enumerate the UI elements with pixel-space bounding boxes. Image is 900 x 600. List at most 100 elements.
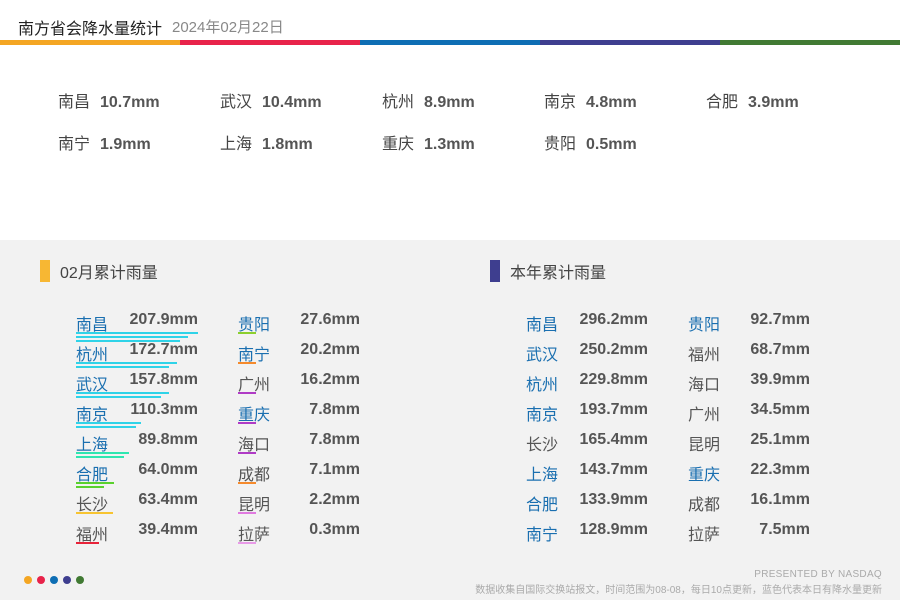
- today-city: 南京: [544, 94, 577, 111]
- yearly-row: 拉萨 7.5mm: [688, 521, 810, 551]
- today-city: 南宁: [58, 136, 91, 153]
- monthly-marker: [40, 260, 50, 282]
- monthly-value: 207.9mm: [129, 311, 199, 328]
- yearly-marker: [490, 260, 500, 282]
- monthly-value: 7.8mm: [309, 401, 360, 418]
- monthly-bar: [76, 452, 129, 454]
- today-item: 武汉 10.4mm: [220, 88, 322, 112]
- yearly-value: 16.1mm: [750, 491, 810, 508]
- page-dots: [24, 576, 89, 584]
- monthly-bar: [238, 512, 256, 514]
- monthly-value: 39.4mm: [138, 521, 198, 538]
- today-item: 重庆 1.3mm: [382, 130, 475, 154]
- today-item: 南宁 1.9mm: [58, 130, 151, 154]
- monthly-row: 合肥 64.0mm: [76, 461, 198, 491]
- yearly-value: 34.5mm: [750, 401, 810, 418]
- monthly-bar: [76, 426, 136, 428]
- monthly-bar: [238, 542, 256, 544]
- monthly-bar: [238, 362, 256, 364]
- yearly-city: 昆明: [688, 437, 721, 454]
- yearly-value: 229.8mm: [579, 371, 649, 388]
- today-city: 南昌: [58, 94, 91, 111]
- yearly-value: 22.3mm: [750, 461, 810, 478]
- today-value: 1.8mm: [262, 136, 313, 153]
- monthly-bar: [76, 422, 141, 424]
- yearly-value: 133.9mm: [579, 491, 649, 508]
- yearly-value: 193.7mm: [579, 401, 649, 418]
- today-city: 重庆: [382, 136, 415, 153]
- yearly-city: 合肥: [526, 497, 559, 514]
- today-item: 南昌 10.7mm: [58, 88, 160, 112]
- yearly-city: 重庆: [688, 467, 721, 484]
- monthly-row: 南京 110.3mm: [76, 401, 198, 431]
- monthly-row: 杭州 172.7mm: [76, 341, 198, 371]
- monthly-value: 172.7mm: [129, 341, 199, 358]
- yearly-row: 贵阳 92.7mm: [688, 311, 810, 341]
- yearly-city: 广州: [688, 407, 721, 424]
- yearly-section-title: 本年累计雨量: [510, 265, 607, 282]
- monthly-value: 27.6mm: [300, 311, 360, 328]
- yearly-value: 68.7mm: [750, 341, 810, 358]
- yearly-city: 南京: [526, 407, 559, 424]
- monthly-bar: [238, 332, 256, 334]
- yearly-row: 杭州 229.8mm: [526, 371, 648, 401]
- today-value: 4.8mm: [586, 94, 637, 111]
- yearly-city: 武汉: [526, 347, 559, 364]
- yearly-value: 296.2mm: [579, 311, 649, 328]
- today-city: 杭州: [382, 94, 415, 111]
- monthly-value: 16.2mm: [300, 371, 360, 388]
- monthly-value: 64.0mm: [138, 461, 198, 478]
- monthly-bar: [76, 486, 104, 488]
- monthly-bar: [76, 392, 169, 394]
- page-dot: [50, 576, 58, 584]
- yearly-city: 贵阳: [688, 317, 721, 334]
- today-city: 武汉: [220, 94, 253, 111]
- page-title: 南方省会降水量统计: [18, 21, 163, 38]
- monthly-bar: [76, 482, 114, 484]
- monthly-section-title: 02月累计雨量: [60, 265, 158, 282]
- yearly-row: 昆明 25.1mm: [688, 431, 810, 461]
- yearly-row: 海口 39.9mm: [688, 371, 810, 401]
- today-value: 0.5mm: [586, 136, 637, 153]
- monthly-bar: [76, 332, 198, 334]
- yearly-section-header: 本年累计雨量: [490, 259, 606, 283]
- page-dot: [63, 576, 71, 584]
- yearly-row: 武汉 250.2mm: [526, 341, 648, 371]
- today-item: 贵阳 0.5mm: [544, 130, 637, 154]
- monthly-row: 南昌 207.9mm: [76, 311, 199, 342]
- monthly-row: 拉萨 0.3mm: [238, 521, 360, 551]
- monthly-value: 0.3mm: [309, 521, 360, 538]
- monthly-row: 广州 16.2mm: [238, 371, 360, 401]
- yearly-value: 39.9mm: [750, 371, 810, 388]
- yearly-city: 南昌: [526, 317, 559, 334]
- yearly-value: 25.1mm: [750, 431, 810, 448]
- monthly-value: 20.2mm: [300, 341, 360, 358]
- monthly-bar: [76, 456, 125, 458]
- page-date: 2024年02月22日: [172, 19, 284, 36]
- today-item: 南京 4.8mm: [544, 88, 637, 112]
- yearly-row: 合肥 133.9mm: [526, 491, 648, 521]
- yearly-row: 上海 143.7mm: [526, 461, 648, 491]
- monthly-bar: [76, 396, 162, 398]
- today-city: 贵阳: [544, 136, 577, 153]
- monthly-bar: [76, 542, 100, 544]
- monthly-value: 7.8mm: [309, 431, 360, 448]
- monthly-bar: [238, 482, 256, 484]
- yearly-value: 92.7mm: [750, 311, 810, 328]
- yearly-row: 长沙 165.4mm: [526, 431, 648, 461]
- yearly-city: 长沙: [526, 437, 559, 454]
- yearly-row: 南昌 296.2mm: [526, 311, 648, 341]
- monthly-bar: [76, 362, 178, 364]
- yearly-value: 143.7mm: [579, 461, 649, 478]
- yearly-row: 重庆 22.3mm: [688, 461, 810, 491]
- today-value: 1.9mm: [100, 136, 151, 153]
- yearly-row: 广州 34.5mm: [688, 401, 810, 431]
- monthly-bar: [238, 422, 256, 424]
- yearly-row: 南京 193.7mm: [526, 401, 648, 431]
- footnote: 数据收集自国际交换站报文，时间范围为08-08，每日10点更新，蓝色代表本日有降…: [475, 585, 882, 596]
- yearly-city: 南宁: [526, 527, 559, 544]
- monthly-row: 福州 39.4mm: [76, 521, 198, 551]
- yearly-city: 拉萨: [688, 527, 721, 544]
- monthly-row: 重庆 7.8mm: [238, 401, 360, 431]
- today-value: 10.4mm: [262, 94, 322, 111]
